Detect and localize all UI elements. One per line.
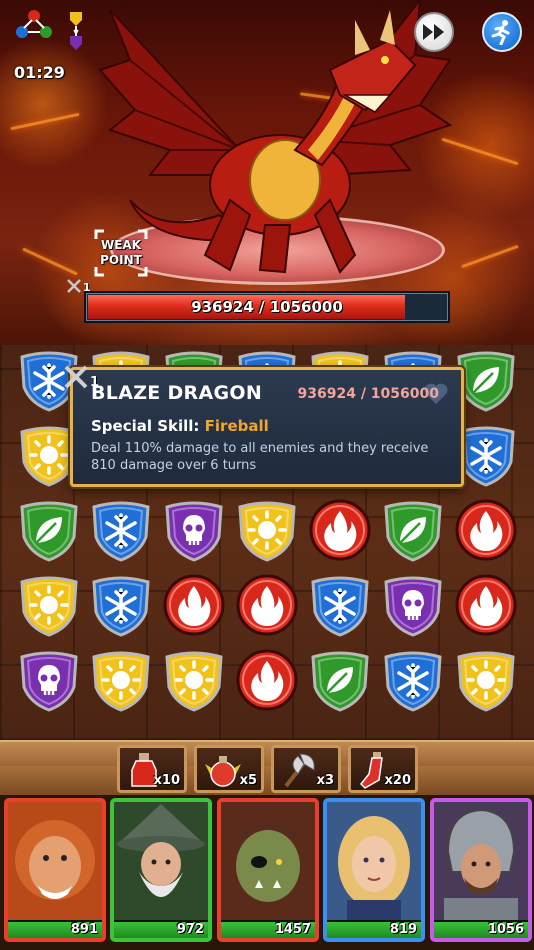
battle-arena: 01:29 WEAK POINT 1 936924 / 1056000	[0, 0, 534, 345]
nature-gem-icon	[311, 651, 369, 712]
item-count: x3	[316, 773, 334, 788]
fire-gem-icon	[236, 649, 298, 711]
battle-axe-icon	[284, 753, 315, 788]
fast-forward-button[interactable]	[414, 12, 454, 52]
lava-crack	[461, 244, 519, 269]
nature-gem-icon	[20, 501, 78, 562]
fire-gem-icon	[236, 574, 298, 636]
fire-gem[interactable]	[453, 497, 519, 563]
running-man-icon	[491, 20, 510, 45]
special-skill-name: Fireball	[204, 417, 269, 435]
hero-health-bar: 819	[327, 920, 421, 938]
boss-health-text: 936924 / 1056000	[191, 298, 343, 316]
ice-gem-icon	[92, 576, 150, 637]
ice-gem[interactable]	[88, 497, 154, 563]
hero-card-lion-warrior[interactable]: 891	[4, 798, 106, 942]
ice-gem[interactable]	[88, 572, 154, 638]
hero-health-value: 819	[389, 922, 417, 937]
fire-gem-icon	[455, 574, 517, 636]
winged-potion-icon	[205, 756, 241, 787]
dark-gem-icon	[165, 501, 223, 562]
crossed-swords-icon	[64, 365, 88, 389]
ice-gem-icon	[92, 501, 150, 562]
ice-gem-icon	[384, 651, 442, 712]
nature-gem[interactable]	[307, 647, 373, 713]
special-skill-description: Deal 110% damage to all enemies and they…	[91, 441, 429, 473]
holy-gem[interactable]	[453, 647, 519, 713]
fire-gem[interactable]	[234, 572, 300, 638]
old-wizard-portrait	[114, 802, 208, 920]
item-count: x20	[384, 773, 411, 788]
fire-gem-icon	[455, 499, 517, 561]
weak-point-label: WEAK	[100, 238, 142, 252]
weak-point-marker[interactable]: WEAK POINT	[92, 227, 150, 279]
holy-gem[interactable]	[16, 572, 82, 638]
fire-gem[interactable]	[161, 572, 227, 638]
special-skill-prefix: Special Skill:	[91, 417, 205, 435]
holy-gem[interactable]	[161, 647, 227, 713]
battle-timer: 01:29	[14, 63, 65, 82]
flee-button[interactable]	[482, 12, 522, 52]
lava-crack	[22, 247, 78, 276]
fire-gem-icon	[163, 574, 225, 636]
hero-card-blonde-heroine[interactable]: 819	[323, 798, 425, 942]
element-advantage-icon[interactable]	[12, 8, 96, 56]
special-skill-line: Special Skill: Fireball	[91, 417, 269, 435]
nature-gem[interactable]	[16, 497, 82, 563]
hero-health-value: 1056	[487, 922, 524, 937]
hero-card-old-wizard[interactable]: 972	[110, 798, 212, 942]
fast-forward-icon	[423, 24, 444, 40]
item-slot-winged-potion[interactable]: x5	[194, 745, 264, 793]
hero-health-value: 972	[176, 922, 204, 937]
armored-knight-portrait	[434, 802, 528, 920]
hero-card-orc-pirate[interactable]: 1457	[217, 798, 319, 942]
holy-gem-icon	[238, 501, 296, 562]
fire-gem[interactable]	[453, 572, 519, 638]
dark-gem[interactable]	[16, 647, 82, 713]
hero-health-bar: 1457	[221, 920, 315, 938]
lion-warrior-portrait	[8, 802, 102, 920]
hero-health-bar: 972	[114, 920, 208, 938]
weak-point-label: POINT	[100, 253, 142, 267]
popup-boss-health: 936924 / 1056000	[297, 386, 440, 402]
boss-name: BLAZE DRAGON	[91, 382, 263, 404]
blonde-heroine-portrait	[327, 802, 421, 920]
nature-gem[interactable]	[380, 497, 446, 563]
fire-gem-icon	[309, 499, 371, 561]
boss-health-bar: 936924 / 1056000	[84, 291, 450, 323]
item-slot-battle-axe[interactable]: x3	[271, 745, 341, 793]
hero-health-bar: 1056	[434, 920, 528, 938]
item-slot-mana-vial[interactable]: x20	[348, 745, 418, 793]
holy-gem-icon	[20, 576, 78, 637]
dark-gem-icon	[20, 651, 78, 712]
ice-gem-icon	[311, 576, 369, 637]
hero-team: 891 972 1457 819 1056	[0, 795, 534, 950]
item-count: x10	[153, 773, 180, 788]
lava-crack	[10, 112, 80, 131]
shelf-plank	[0, 766, 534, 796]
ice-gem[interactable]	[307, 572, 373, 638]
fire-gem[interactable]	[234, 647, 300, 713]
hero-card-armored-knight[interactable]: 1056	[430, 798, 532, 942]
item-count: x5	[239, 773, 257, 788]
holy-gem-icon	[457, 651, 515, 712]
holy-gem[interactable]	[234, 497, 300, 563]
item-slot-health-potion[interactable]: x10	[117, 745, 187, 793]
boss-info-popup[interactable]: 1 BLAZE DRAGON 936924 / 1056000 Special …	[64, 365, 464, 487]
holy-gem[interactable]	[88, 647, 154, 713]
ice-gem[interactable]	[380, 647, 446, 713]
hero-health-value: 891	[70, 922, 98, 937]
hero-health-value: 1457	[274, 922, 311, 937]
crossed-swords-icon	[67, 279, 81, 293]
dark-gem[interactable]	[161, 497, 227, 563]
holy-gem-icon	[165, 651, 223, 712]
nature-gem-icon	[384, 501, 442, 562]
holy-gem-icon	[92, 651, 150, 712]
orc-pirate-portrait	[221, 802, 315, 920]
item-shelf	[0, 740, 534, 796]
dark-gem-icon	[384, 576, 442, 637]
dark-gem[interactable]	[380, 572, 446, 638]
fire-gem[interactable]	[307, 497, 373, 563]
hero-health-bar: 891	[8, 920, 102, 938]
